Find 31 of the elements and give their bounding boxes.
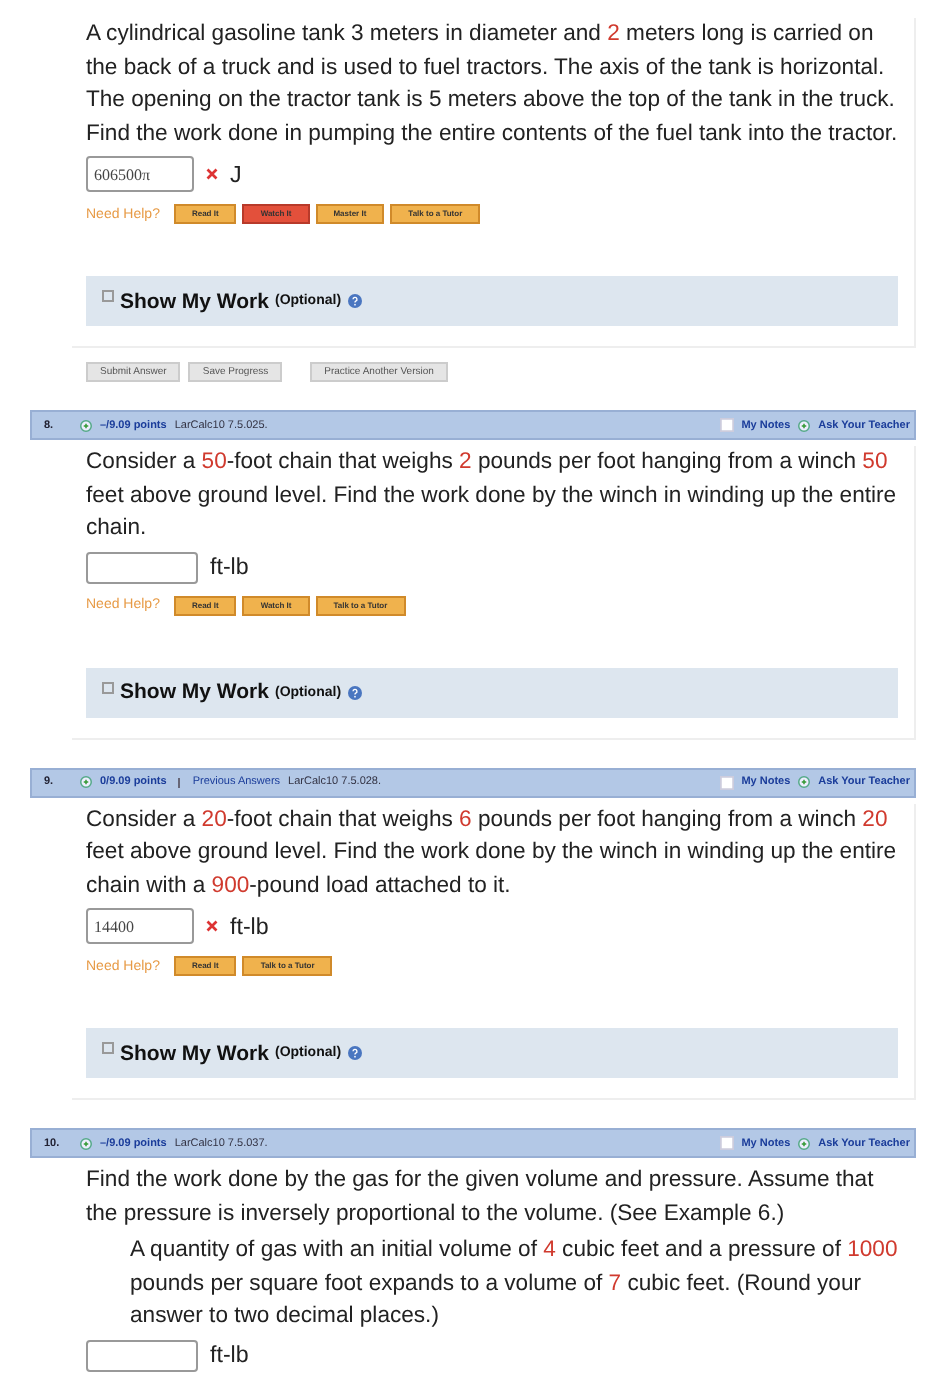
- question-text: Find the work done by the gas for the given volume and pressure. Assume that the pressure is inversely proportional to the volume. (See Example 6.): [86, 1166, 876, 1229]
- show-work-title[interactable]: Show My Work: [120, 1041, 269, 1065]
- help-icon[interactable]: [347, 685, 362, 699]
- notes-checkbox[interactable]: [719, 1136, 734, 1150]
- plus-circle-icon: [80, 419, 92, 431]
- plus-circle-icon: [798, 1137, 811, 1149]
- unit-label: ft-lb: [210, 1342, 249, 1368]
- show-work-title[interactable]: Show My Work: [120, 680, 269, 704]
- plus-circle-icon: [80, 776, 92, 788]
- question-text: Consider a 20-foot chain that weighs 6 pounds per foot hanging from a winch 20 feet above ground level. Find the work done by the winch in winding up the entire chain with a 900-pound load attached to it.: [86, 805, 898, 901]
- question-text: A cylindrical gasoline tank 3 meters in diameter and 2 meters long is carried on the back of a truck and is used to fuel tractors. The axis of the tank is horizontal. The opening on the tractor tank is 5 meters above the top of the tank in the truck. Find the work done in pumping the entire contents of the fuel tank into the tractor.: [86, 20, 898, 149]
- question-text: Consider a 50-foot chain that weighs 2 pounds per foot hanging from a winch 50 feet above ground level. Find the work done by the winch in winding up the entire chain.: [86, 448, 898, 544]
- question-text: A quantity of gas with an initial volume of 4 cubic feet and a pressure of 1000 pounds per square foot expands to a volume of 7 cubic feet. (Round your answer to two decimal places.): [130, 1236, 900, 1332]
- plus-circle-icon: [798, 419, 811, 431]
- plus-circle-icon: [798, 776, 811, 788]
- answer-field[interactable]: 14400: [86, 908, 194, 944]
- expand-icon[interactable]: [102, 681, 114, 693]
- answer-field[interactable]: [86, 1339, 198, 1371]
- help-icon[interactable]: [347, 1046, 362, 1060]
- plus-circle-icon: [80, 1137, 92, 1149]
- notes-checkbox[interactable]: [719, 775, 734, 789]
- unit-label: J: [230, 161, 242, 187]
- show-work-title[interactable]: Show My Work: [120, 289, 269, 313]
- notes-checkbox[interactable]: [719, 418, 734, 432]
- answer-field[interactable]: [86, 551, 198, 583]
- expand-icon[interactable]: [102, 290, 114, 302]
- answer-field[interactable]: 606500π: [86, 156, 194, 192]
- unit-label: ft-lb: [230, 913, 269, 939]
- expand-icon[interactable]: [102, 1042, 114, 1054]
- help-icon[interactable]: [347, 294, 362, 308]
- unit-label: ft-lb: [210, 554, 249, 580]
